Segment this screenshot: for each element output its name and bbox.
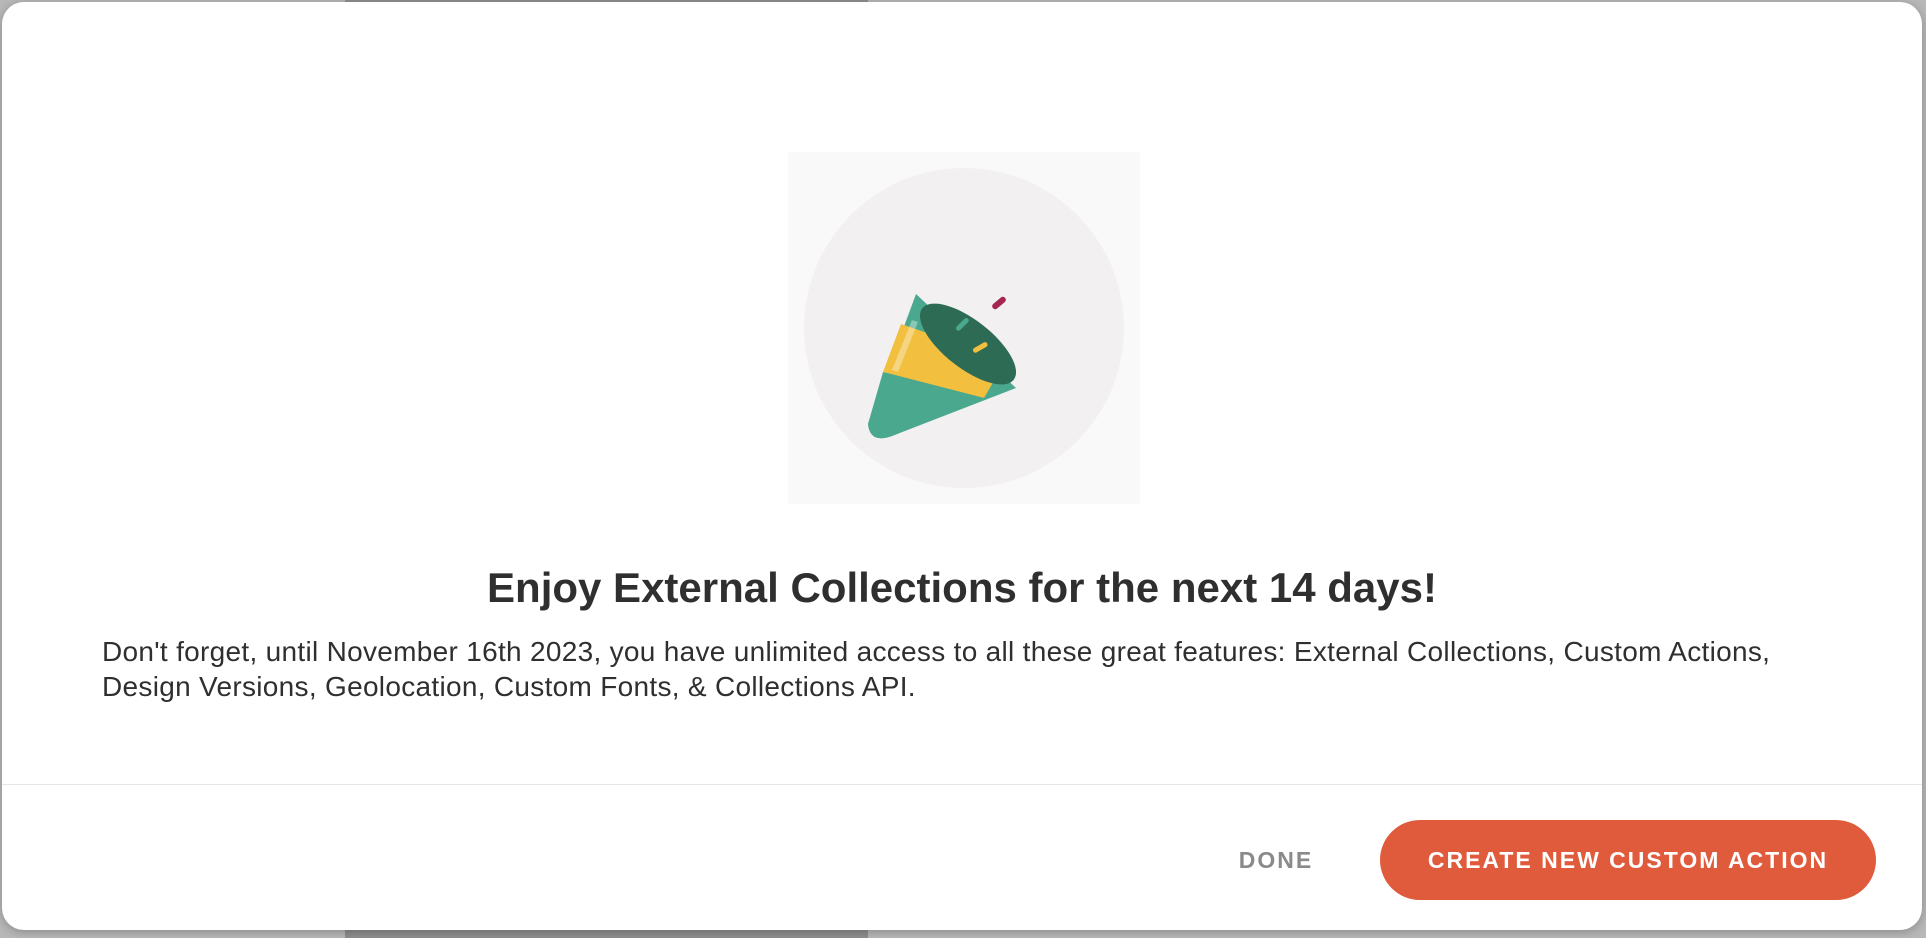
modal-title: Enjoy External Collections for the next … [487, 564, 1437, 611]
illustration [788, 152, 1140, 504]
trial-modal: Enjoy External Collections for the next … [2, 2, 1922, 930]
party-popper-icon [804, 168, 1124, 488]
create-custom-action-button[interactable]: CREATE NEW CUSTOM ACTION [1380, 820, 1876, 900]
modal-description: Don't forget, until November 16th 2023, … [102, 636, 1771, 702]
done-button[interactable]: DONE [1208, 820, 1344, 900]
footer-divider [2, 784, 1922, 785]
